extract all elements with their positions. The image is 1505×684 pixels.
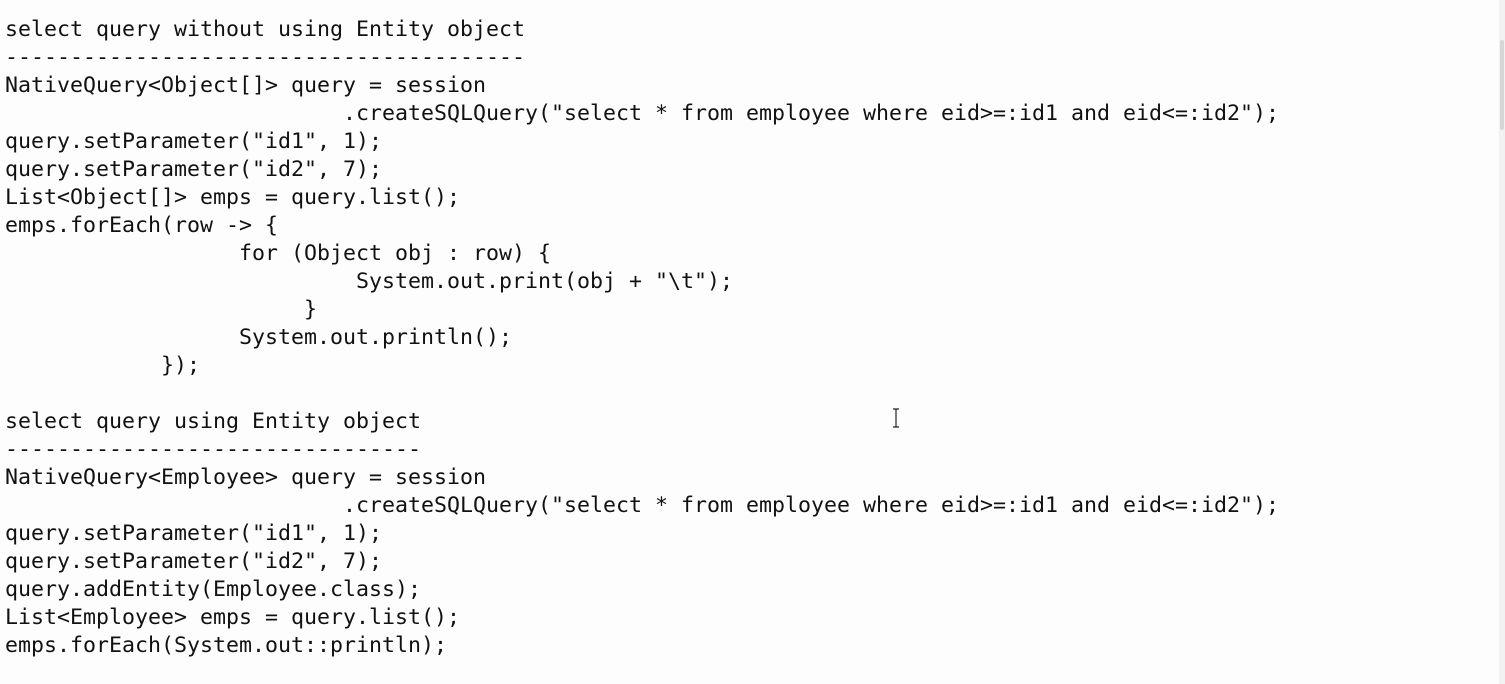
code-line-9[interactable]: for (Object obj : row) {	[5, 240, 1279, 268]
code-line-10[interactable]: System.out.print(obj + "\t");	[5, 268, 1279, 296]
code-line-4[interactable]: .createSQLQuery("select * from employee …	[5, 100, 1279, 128]
code-line-21[interactable]: query.addEntity(Employee.class);	[5, 576, 1279, 604]
code-line-5[interactable]: query.setParameter("id1", 1);	[5, 128, 1279, 156]
scrollbar-thumb[interactable]	[1500, 40, 1504, 130]
code-line-8[interactable]: emps.forEach(row -> {	[5, 212, 1279, 240]
code-line-11[interactable]: }	[5, 296, 1279, 324]
code-line-14[interactable]	[5, 380, 1279, 408]
code-line-1[interactable]: select query without using Entity object	[5, 16, 1279, 44]
code-line-17[interactable]: NativeQuery<Employee> query = session	[5, 464, 1279, 492]
code-line-7[interactable]: List<Object[]> emps = query.list();	[5, 184, 1279, 212]
code-line-22[interactable]: List<Employee> emps = query.list();	[5, 604, 1279, 632]
code-line-18[interactable]: .createSQLQuery("select * from employee …	[5, 492, 1279, 520]
code-line-3[interactable]: NativeQuery<Object[]> query = session	[5, 72, 1279, 100]
text-editor-page[interactable]: select query without using Entity object…	[0, 0, 1505, 684]
code-line-20[interactable]: query.setParameter("id2", 7);	[5, 548, 1279, 576]
code-line-23[interactable]: emps.forEach(System.out::println);	[5, 632, 1279, 660]
code-line-16[interactable]: --------------------------------	[5, 436, 1279, 464]
text-cursor-icon	[893, 408, 899, 428]
code-line-15[interactable]: select query using Entity object	[5, 408, 1279, 436]
vertical-scrollbar[interactable]	[1499, 0, 1505, 684]
code-line-19[interactable]: query.setParameter("id1", 1);	[5, 520, 1279, 548]
code-line-6[interactable]: query.setParameter("id2", 7);	[5, 156, 1279, 184]
code-editor[interactable]: select query without using Entity object…	[5, 16, 1279, 660]
code-line-13[interactable]: });	[5, 352, 1279, 380]
code-line-2[interactable]: ----------------------------------------	[5, 44, 1279, 72]
code-line-12[interactable]: System.out.println();	[5, 324, 1279, 352]
